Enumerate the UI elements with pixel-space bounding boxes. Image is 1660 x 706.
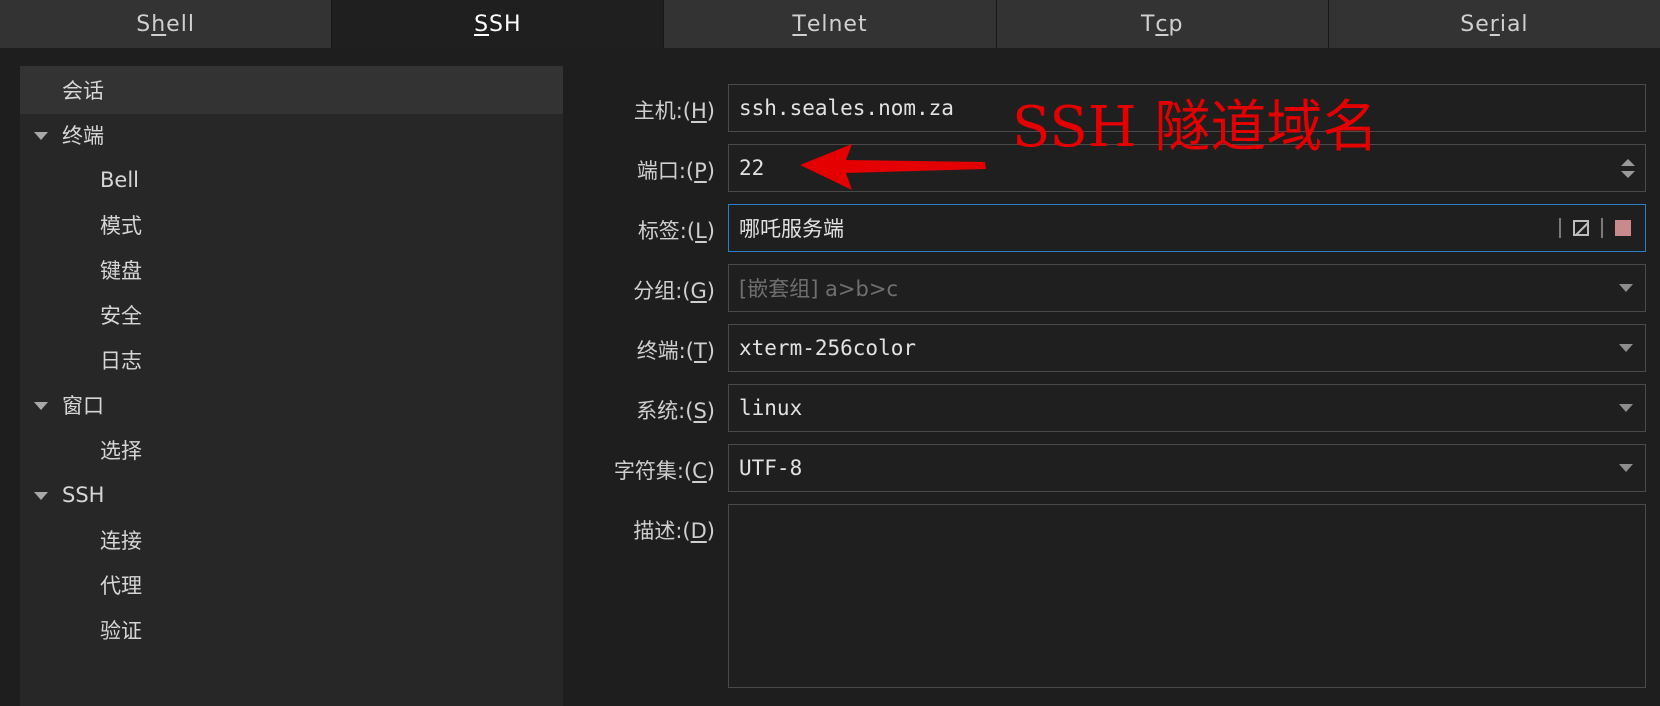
group-label: 分组:(G) xyxy=(633,279,715,303)
tree-item-selection[interactable]: 选择 xyxy=(20,426,563,474)
settings-tree: 会话 终端 Bell 模式 键盘 安全 日志 窗口 选择 SSH 连接 代理 验… xyxy=(20,66,563,706)
tree-item-partial xyxy=(100,663,107,687)
tree-item-keyboard[interactable]: 键盘 xyxy=(20,246,563,294)
tree-item-label: 验证 xyxy=(100,619,142,643)
clear-color-icon[interactable] xyxy=(1573,220,1589,236)
tree-item-label: 键盘 xyxy=(100,259,142,283)
tree-item-security[interactable]: 安全 xyxy=(20,291,563,339)
chevron-down-icon[interactable] xyxy=(1619,344,1633,352)
separator xyxy=(1601,218,1603,238)
chevron-up-icon[interactable] xyxy=(1621,158,1635,166)
tree-item-terminal[interactable]: 终端 xyxy=(20,111,563,159)
tree-item-label: 终端 xyxy=(62,124,104,148)
separator xyxy=(1559,218,1561,238)
group-combobox[interactable]: [嵌套组] a>b>c xyxy=(728,264,1646,312)
protocol-tab-bar: Sh ell S SH Telnet Tcp Se r ial xyxy=(0,0,1660,48)
terminal-label: 终端:(T) xyxy=(636,339,715,363)
tree-item-mode[interactable]: 模式 xyxy=(20,201,563,249)
chevron-down-icon[interactable] xyxy=(1619,404,1633,412)
system-value: linux xyxy=(739,396,803,420)
tree-item-label: 代理 xyxy=(100,574,142,598)
expand-arrow-icon[interactable] xyxy=(34,132,48,140)
tree-item-label: 窗口 xyxy=(62,394,104,418)
tag-label: 标签:(L) xyxy=(637,219,715,243)
tree-item-label: 安全 xyxy=(100,304,142,328)
tree-item-label: 模式 xyxy=(100,214,142,238)
tag-input[interactable]: 哪吒服务端 xyxy=(728,204,1646,252)
charset-label: 字符集:(C) xyxy=(613,459,715,483)
tab-tcp[interactable]: Tcp xyxy=(996,0,1329,48)
description-textarea[interactable] xyxy=(728,504,1646,688)
tree-item-log[interactable]: 日志 xyxy=(20,336,563,384)
tree-item-session[interactable]: 会话 xyxy=(20,66,563,114)
tree-item-label: 选择 xyxy=(100,439,142,463)
group-placeholder: [嵌套组] a>b>c xyxy=(739,277,898,301)
tree-item-label: 连接 xyxy=(100,529,142,553)
tag-value: 哪吒服务端 xyxy=(739,217,844,241)
chevron-down-icon[interactable] xyxy=(1621,170,1635,178)
tree-item-auth[interactable]: 验证 xyxy=(20,606,563,654)
tab-ssh[interactable]: S SH xyxy=(332,0,665,48)
annotation-arrow-icon xyxy=(800,144,986,190)
terminal-type-select[interactable]: xterm-256color xyxy=(728,324,1646,372)
tab-serial[interactable]: Se r ial xyxy=(1328,0,1660,48)
chevron-down-icon[interactable] xyxy=(1619,464,1633,472)
system-label: 系统:(S) xyxy=(636,399,715,423)
tree-item-label: 会话 xyxy=(62,79,104,103)
tree-item-more[interactable] xyxy=(20,651,563,699)
port-label: 端口:(P) xyxy=(636,159,715,183)
description-label: 描述:(D) xyxy=(633,519,715,543)
annotation-text: SSH 隧道域名 xyxy=(1012,95,1379,160)
tree-item-label: SSH xyxy=(62,483,105,507)
tree-item-label: 日志 xyxy=(100,349,142,373)
tree-item-proxy[interactable]: 代理 xyxy=(20,561,563,609)
charset-value: UTF-8 xyxy=(739,456,803,480)
tree-item-window[interactable]: 窗口 xyxy=(20,381,563,429)
system-select[interactable]: linux xyxy=(728,384,1646,432)
expand-arrow-icon[interactable] xyxy=(34,402,48,410)
tab-telnet[interactable]: Telnet xyxy=(664,0,997,48)
charset-select[interactable]: UTF-8 xyxy=(728,444,1646,492)
tree-item-ssh[interactable]: SSH xyxy=(20,471,563,519)
chevron-down-icon[interactable] xyxy=(1619,284,1633,292)
tree-item-connection[interactable]: 连接 xyxy=(20,516,563,564)
host-label: 主机:(H) xyxy=(633,99,715,123)
color-swatch-icon[interactable] xyxy=(1615,220,1631,236)
tree-item-label: Bell xyxy=(100,168,139,192)
terminal-value: xterm-256color xyxy=(739,336,917,360)
tab-shell[interactable]: Sh ell xyxy=(0,0,333,48)
port-stepper[interactable] xyxy=(1621,158,1635,178)
expand-arrow-icon[interactable] xyxy=(34,492,48,500)
tree-item-bell[interactable]: Bell xyxy=(20,156,563,204)
